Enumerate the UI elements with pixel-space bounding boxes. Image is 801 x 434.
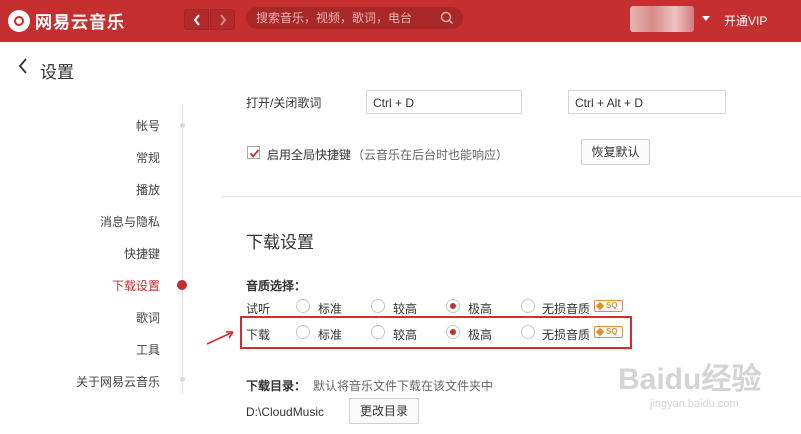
checkmark-icon bbox=[249, 149, 260, 158]
radio-label[interactable]: 标准 bbox=[318, 326, 342, 343]
sidebar-item-privacy[interactable]: 消息与隐私 bbox=[100, 213, 160, 230]
radio-label[interactable]: 较高 bbox=[393, 326, 417, 343]
sidebar-item-download[interactable]: 下载设置 bbox=[112, 277, 160, 294]
restore-defaults-button[interactable]: 恢复默认 bbox=[581, 139, 650, 165]
search-input[interactable] bbox=[256, 9, 436, 27]
radio-preview-higher[interactable] bbox=[371, 299, 385, 313]
radio-label[interactable]: 极高 bbox=[468, 300, 492, 317]
local-hotkey-field[interactable]: Ctrl + D bbox=[366, 90, 522, 114]
back-icon[interactable] bbox=[17, 56, 29, 76]
download-section-title: 下载设置 bbox=[246, 233, 314, 252]
watermark: Baidu经验 jingyan.baidu.com bbox=[618, 346, 788, 426]
radio-download-extreme[interactable] bbox=[446, 325, 460, 339]
settings-header: 设置 bbox=[0, 42, 801, 94]
user-avatar[interactable] bbox=[630, 6, 694, 32]
radio-download-lossless[interactable] bbox=[521, 325, 535, 339]
radio-label[interactable]: 极高 bbox=[468, 326, 492, 343]
sidebar-dot-active bbox=[177, 280, 187, 290]
quality-heading: 音质选择： bbox=[246, 279, 307, 293]
radio-preview-extreme[interactable] bbox=[446, 299, 460, 313]
top-bar: 网易云音乐 开通VIP bbox=[0, 0, 801, 42]
sidebar-item-account[interactable]: 帐号 bbox=[136, 117, 160, 134]
global-hotkey-label[interactable]: 启用全局快捷键 bbox=[267, 146, 351, 163]
nav-back-button[interactable] bbox=[184, 9, 209, 30]
watermark-url: jingyan.baidu.com bbox=[650, 398, 739, 410]
radio-preview-standard[interactable] bbox=[296, 299, 310, 313]
chevron-right-icon bbox=[219, 13, 226, 26]
page-title: 设置 bbox=[40, 63, 74, 82]
lyrics-toggle-label: 打开/关闭歌词 bbox=[246, 96, 322, 110]
sidebar-item-playback[interactable]: 播放 bbox=[136, 181, 160, 198]
sidebar-dot bbox=[180, 377, 185, 382]
sq-badge: SQ bbox=[594, 300, 623, 312]
radio-download-standard[interactable] bbox=[296, 325, 310, 339]
settings-sidebar: 帐号 常规 播放 消息与隐私 快捷键 下载设置 歌词 工具 关于网易云音乐 bbox=[0, 94, 200, 434]
quality-row-label-preview: 试听 bbox=[246, 302, 271, 316]
netease-music-icon bbox=[8, 9, 30, 32]
global-hotkey-checkbox[interactable] bbox=[247, 146, 260, 159]
nav-forward-button[interactable] bbox=[210, 9, 235, 30]
radio-download-higher[interactable] bbox=[371, 325, 385, 339]
radio-label[interactable]: 较高 bbox=[393, 300, 417, 317]
caret-down-icon[interactable] bbox=[702, 16, 710, 21]
sidebar-item-hotkeys[interactable]: 快捷键 bbox=[124, 245, 160, 262]
sidebar-item-about[interactable]: 关于网易云音乐 bbox=[76, 373, 160, 390]
search-icon[interactable] bbox=[440, 11, 454, 25]
global-hotkey-note: （云音乐在后台时也能响应） bbox=[352, 148, 509, 162]
sidebar-item-tools[interactable]: 工具 bbox=[136, 341, 160, 358]
sidebar-dot bbox=[180, 123, 185, 128]
directory-path: D:\CloudMusic bbox=[246, 405, 325, 419]
directory-note: 默认将音乐文件下载在该文件夹中 bbox=[313, 379, 494, 393]
sidebar-timeline bbox=[182, 104, 183, 394]
directory-heading: 下载目录： bbox=[246, 379, 307, 393]
sq-badge: SQ bbox=[594, 326, 623, 338]
vip-link[interactable]: 开通VIP bbox=[724, 12, 767, 29]
search-box[interactable] bbox=[246, 7, 463, 29]
watermark-brand: Baidu经验 bbox=[618, 363, 762, 396]
radio-label[interactable]: 无损音质 bbox=[542, 300, 590, 317]
sidebar-item-general[interactable]: 常规 bbox=[136, 149, 160, 166]
quality-row-label-download: 下载 bbox=[246, 328, 271, 342]
sidebar-item-lyrics[interactable]: 歌词 bbox=[136, 309, 160, 326]
app-logo[interactable]: 网易云音乐 bbox=[8, 8, 125, 33]
section-divider bbox=[221, 196, 801, 197]
annotation-arrow-icon bbox=[206, 331, 234, 345]
global-hotkey-field[interactable]: Ctrl + Alt + D bbox=[568, 90, 726, 114]
radio-label[interactable]: 标准 bbox=[318, 300, 342, 317]
chevron-left-icon bbox=[193, 13, 200, 26]
app-logo-text: 网易云音乐 bbox=[35, 13, 125, 32]
change-directory-button[interactable]: 更改目录 bbox=[349, 398, 419, 424]
radio-label[interactable]: 无损音质 bbox=[542, 326, 590, 343]
radio-preview-lossless[interactable] bbox=[521, 299, 535, 313]
